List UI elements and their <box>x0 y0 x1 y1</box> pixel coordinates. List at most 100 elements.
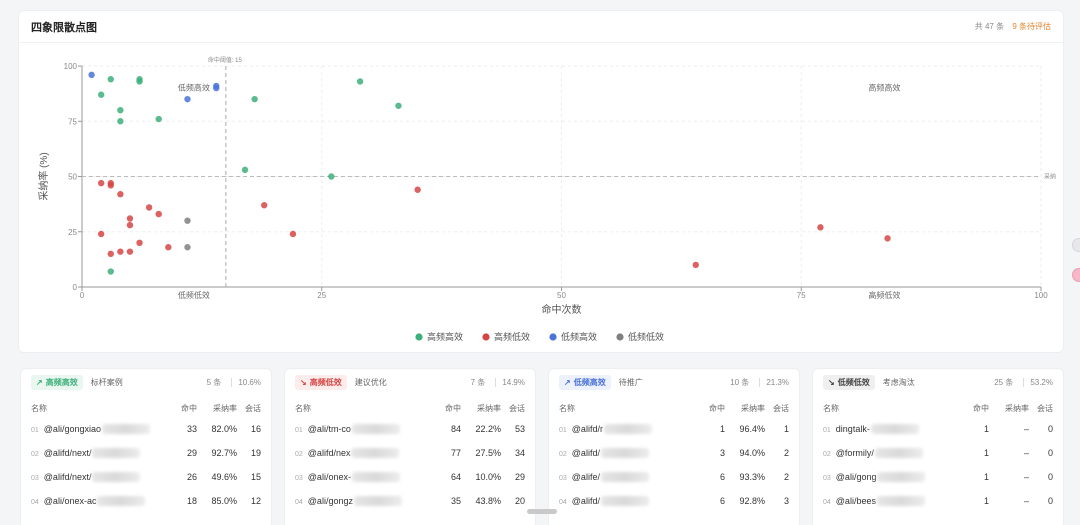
col-hits[interactable]: 命中 <box>695 399 729 417</box>
col-sessions[interactable]: 会话 <box>505 399 535 417</box>
redacted-text <box>351 448 400 459</box>
floating-tool-button[interactable] <box>1072 238 1080 252</box>
row-name[interactable]: @ali/bees <box>836 496 876 506</box>
row-name[interactable]: @alifd/ <box>572 496 600 506</box>
col-rate[interactable]: 采纳率 <box>465 399 505 417</box>
data-point <box>97 179 105 187</box>
table-row[interactable]: 01 dingtalk- 1 – 0 <box>813 417 1063 441</box>
legend-marker[interactable] <box>415 333 423 341</box>
col-rate[interactable]: 采纳率 <box>993 399 1033 417</box>
row-name[interactable]: @ali/onex-ac <box>44 496 97 506</box>
row-hits: 1 <box>719 424 725 434</box>
legend-marker[interactable] <box>549 333 557 341</box>
col-name[interactable]: 名称 <box>549 399 695 417</box>
row-name[interactable]: @alifd/nex <box>308 448 351 458</box>
legend-label[interactable]: 高频高效 <box>427 331 463 342</box>
legend-label[interactable]: 低频低效 <box>628 331 664 342</box>
row-name[interactable]: dingtalk- <box>836 424 870 434</box>
row-rank: 02 <box>823 450 831 458</box>
table-row[interactable]: 02 @formily/ 1 – 0 <box>813 441 1063 465</box>
row-rate: 10.0% <box>475 472 501 482</box>
row-hits: 3 <box>719 448 725 458</box>
col-name[interactable]: 名称 <box>813 399 959 417</box>
redacted-text <box>877 472 926 483</box>
data-point <box>184 217 191 224</box>
table-row[interactable]: 03 @ali/gong 1 – 0 <box>813 465 1063 489</box>
table-row[interactable]: 01 @ali/tm-co 84 22.2% 53 <box>285 417 535 441</box>
table-row[interactable]: 04 @alifd/ 6 92.8% 3 <box>549 489 799 513</box>
row-rank: 03 <box>823 474 831 482</box>
legend-label[interactable]: 低频高效 <box>561 331 597 342</box>
row-name-cell: 01 @ali/tm-co <box>285 417 431 441</box>
col-name[interactable]: 名称 <box>21 399 167 417</box>
row-rank: 02 <box>31 450 39 458</box>
col-hits[interactable]: 命中 <box>431 399 465 417</box>
row-name[interactable]: @ali/gongz <box>308 496 353 506</box>
data-point <box>136 239 143 246</box>
redacted-text <box>600 472 649 483</box>
scatter-plot: 00 25 25 50 50 75 75 100 100 命中阈值: 15 采纳命中次数 采纳率 (%… <box>37 56 1056 342</box>
panel-percent: 14.9% <box>495 377 525 387</box>
legend-label[interactable]: 高频低效 <box>494 331 530 342</box>
row-name[interactable]: @ali/onex- <box>308 472 351 482</box>
table-row[interactable]: 02 @alifd/ 3 94.0% 2 <box>549 441 799 465</box>
chart-meta: 共 47 条 9 条待评估 <box>975 21 1051 32</box>
row-name[interactable]: @ali/gong <box>836 472 877 482</box>
col-sessions[interactable]: 会话 <box>241 399 271 417</box>
col-sessions[interactable]: 会话 <box>1033 399 1063 417</box>
col-rate[interactable]: 采纳率 <box>201 399 241 417</box>
table-row[interactable]: 03 @ali/onex- 64 10.0% 29 <box>285 465 535 489</box>
row-name-cell: 02 @alifd/ <box>549 441 695 465</box>
table-row[interactable]: 01 @ali/gongxiao 33 82.0% 16 <box>21 417 271 441</box>
redacted-text <box>97 496 146 507</box>
redacted-text <box>876 496 925 507</box>
legend-marker[interactable] <box>616 333 624 341</box>
row-name[interactable]: @alife/ <box>572 472 600 482</box>
scroll-grip[interactable] <box>527 509 557 514</box>
row-name[interactable]: @ali/tm-co <box>308 424 351 434</box>
data-point <box>126 215 134 222</box>
row-rate: – <box>1023 472 1029 482</box>
row-rate: 85.0% <box>211 496 237 506</box>
row-sessions: 15 <box>250 472 261 482</box>
panel-table: 名称 命中 采纳率 会话 01 @ali/gongxiao 33 82.0% 16… <box>21 399 271 513</box>
table-row[interactable]: 04 @ali/gongz 35 43.8% 20 <box>285 489 535 513</box>
table-row[interactable]: 02 @alifd/next/ 29 92.7% 19 <box>21 441 271 465</box>
row-sessions: 0 <box>1047 472 1053 482</box>
legend-marker[interactable] <box>482 333 490 341</box>
col-rate[interactable]: 采纳率 <box>729 399 769 417</box>
row-name[interactable]: @alifd/ <box>572 448 600 458</box>
quadrant-label-bottom-left: 低频低效 <box>178 290 210 300</box>
table-row[interactable]: 03 @alifd/next/ 26 49.6% 15 <box>21 465 271 489</box>
row-name[interactable]: @alifd/next/ <box>44 472 92 482</box>
panel-table: 名称 命中 采纳率 会话 01 dingtalk- 1 – 0 02 @formil… <box>813 399 1063 513</box>
table-row[interactable]: 04 @ali/onex-ac 18 85.0% 12 <box>21 489 271 513</box>
data-point <box>117 107 124 114</box>
row-name[interactable]: @formily/ <box>836 448 874 458</box>
scatter-chart-card: 四象限散点图 共 47 条 9 条待评估 0 0 25 25 50 50 75 75 100 10… <box>18 10 1064 353</box>
quadrant-badge: ↘ 高频低效 <box>295 374 347 390</box>
table-row[interactable]: 01 @alifd/r 1 96.4% 1 <box>549 417 799 441</box>
pending-link[interactable]: 9 条待评估 <box>1012 22 1051 31</box>
row-name[interactable]: @alifd/r <box>572 424 603 434</box>
table-row[interactable]: 02 @alifd/nex 77 27.5% 34 <box>285 441 535 465</box>
x-tick-label: 100 <box>1034 291 1048 300</box>
col-sessions[interactable]: 会话 <box>769 399 799 417</box>
col-hits[interactable]: 命中 <box>959 399 993 417</box>
row-name-cell: 01 @alifd/r <box>549 417 695 441</box>
col-name[interactable]: 名称 <box>285 399 431 417</box>
row-sessions: 16 <box>250 424 261 434</box>
row-name[interactable]: @ali/gongxiao <box>44 424 101 434</box>
table-row[interactable]: 04 @ali/bees 1 – 0 <box>813 489 1063 513</box>
panel-subtitle: 建议优化 <box>354 377 387 387</box>
table-row[interactable]: 03 @alife/ 6 93.3% 2 <box>549 465 799 489</box>
quadrant-badge: ↘ 低频低效 <box>823 374 875 390</box>
y-tick-label: 100 <box>64 62 78 71</box>
col-hits[interactable]: 命中 <box>167 399 201 417</box>
threshold-y-label: 采纳 <box>1044 173 1056 181</box>
floating-assistant-button[interactable] <box>1072 268 1080 282</box>
redacted-text <box>92 472 141 483</box>
row-rate: 43.8% <box>475 496 501 506</box>
row-name[interactable]: @alifd/next/ <box>44 448 92 458</box>
row-name-cell: 02 @alifd/nex <box>285 441 431 465</box>
